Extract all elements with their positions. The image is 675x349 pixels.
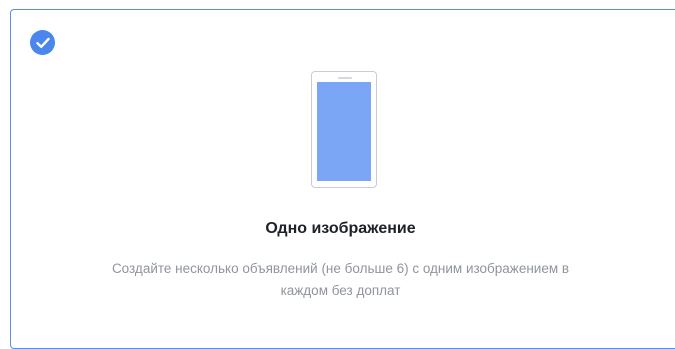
phone-icon <box>311 71 377 188</box>
phone-screen <box>317 82 371 181</box>
card-description: Создайте несколько объявлений (не больше… <box>11 258 670 302</box>
phone-speaker <box>338 77 352 79</box>
check-circle-icon <box>30 30 55 55</box>
card-title: Одно изображение <box>265 220 416 237</box>
card-description-line-2: каждом без доплат <box>280 283 401 298</box>
format-option-card-single-image[interactable]: Одно изображение Создайте несколько объя… <box>10 9 675 349</box>
card-description-line-1: Создайте несколько объявлений (не больше… <box>111 261 570 276</box>
